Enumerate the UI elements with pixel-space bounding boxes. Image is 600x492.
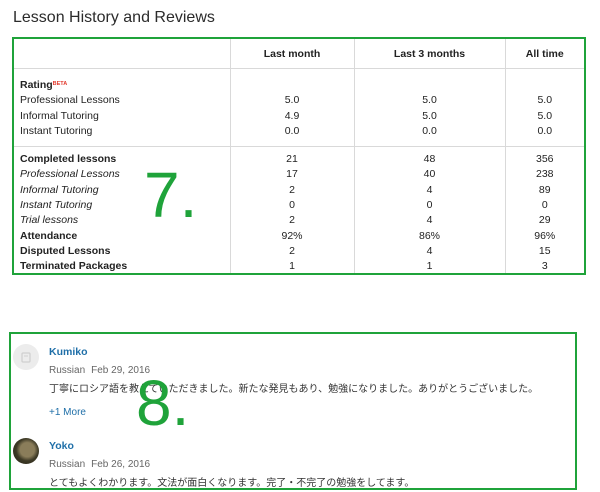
row-label: Professional Lessons <box>20 168 120 181</box>
table-row: Informal Tutoring 4.9 5.0 5.0 <box>14 108 584 124</box>
review-date: Feb 26, 2016 <box>91 459 151 470</box>
row-value: 92% <box>229 228 354 244</box>
table-row: Instant Tutoring 0 0 0 <box>14 198 584 214</box>
row-value: 0.0 <box>504 123 584 140</box>
row-label: Informal Tutoring <box>20 109 99 122</box>
table-row: Trial lessons 2 4 29 <box>14 213 584 229</box>
row-value: 2 <box>229 243 354 260</box>
row-value: 5.0 <box>504 93 584 109</box>
row-value: 21 <box>229 152 354 168</box>
default-avatar-icon <box>21 352 31 363</box>
row-value: 0 <box>504 198 584 214</box>
row-value: 3 <box>504 259 584 273</box>
table-row: Terminated Packages 1 1 3 <box>14 259 584 273</box>
table-row: Disputed Lessons 2 4 15 <box>14 243 584 260</box>
row-value: 0.0 <box>353 123 505 140</box>
page-title: Lesson History and Reviews <box>13 9 215 26</box>
lesson-stats-panel: Last month Last 3 months All time Rating… <box>12 37 586 275</box>
row-label: Informal Tutoring <box>20 183 99 196</box>
row-value: 1 <box>353 259 505 273</box>
table-row: Professional Lessons 5.0 5.0 5.0 <box>14 93 584 109</box>
review-text: 丁寧にロシア語を教えていただきました。新たな発見もあり、勉強になりました。ありが… <box>49 384 539 395</box>
row-value: 0 <box>229 198 354 214</box>
reviews-panel: Kumiko Russian Feb 29, 2016 丁寧にロシア語を教えていた… <box>9 332 577 490</box>
row-value: 2 <box>229 213 354 229</box>
row-value: 4 <box>353 182 505 199</box>
row-value: 40 <box>353 167 505 183</box>
row-value: 29 <box>504 213 584 229</box>
table-row: Completed lessons 21 48 356 <box>14 152 584 168</box>
table-row: Professional Lessons 17 40 238 <box>14 167 584 183</box>
row-value: 5.0 <box>353 93 505 109</box>
row-value: 5.0 <box>504 108 584 124</box>
table-row: Informal Tutoring 2 4 89 <box>14 182 584 199</box>
row-value: 0 <box>353 198 505 214</box>
rating-heading-row: RatingBETA <box>14 78 584 94</box>
review-language: Russian <box>49 365 86 376</box>
table-row: Attendance 92% 86% 96% <box>14 228 584 244</box>
row-value: 0.0 <box>229 123 354 140</box>
review-meta: Russian Feb 29, 2016 <box>49 365 150 376</box>
rating-label: RatingBETA <box>14 78 230 93</box>
row-value: 89 <box>504 182 584 199</box>
row-value: 4 <box>353 243 505 260</box>
row-label: Trial lessons <box>20 214 79 227</box>
table-header-row: Last month Last 3 months All time <box>14 39 584 69</box>
row-label: Instant Tutoring <box>20 124 93 137</box>
row-value: 5.0 <box>229 93 354 109</box>
row-value: 4.9 <box>229 108 354 124</box>
row-value: 86% <box>353 228 505 244</box>
row-value: 1 <box>229 259 354 273</box>
avatar <box>13 344 39 370</box>
row-value: 17 <box>229 167 354 183</box>
annotation-8: 8. <box>136 367 190 439</box>
row-value: 5.0 <box>353 108 505 124</box>
reviewer-name[interactable]: Yoko <box>49 440 74 452</box>
lesson-stats-table: Last month Last 3 months All time Rating… <box>14 39 584 273</box>
row-value: 15 <box>504 243 584 260</box>
table-row: Instant Tutoring 0.0 0.0 0.0 <box>14 123 584 140</box>
row-value: 2 <box>229 182 354 199</box>
column-header-all-time: All time <box>504 39 584 69</box>
beta-badge: BETA <box>52 81 68 87</box>
row-value: 238 <box>504 167 584 183</box>
reviewer-name[interactable]: Kumiko <box>49 346 88 358</box>
row-value: 48 <box>353 152 505 168</box>
row-value: 96% <box>504 228 584 244</box>
row-label: Professional Lessons <box>20 94 120 107</box>
column-header-empty <box>14 39 230 69</box>
review-language: Russian <box>49 459 86 470</box>
review-meta: Russian Feb 26, 2016 <box>49 459 150 470</box>
avatar <box>13 438 39 464</box>
row-label: Disputed Lessons <box>20 244 111 257</box>
row-label: Attendance <box>20 229 78 242</box>
row-label: Completed lessons <box>20 153 117 166</box>
column-header-last-3-months: Last 3 months <box>353 39 505 69</box>
review-text: とてもよくわかります。文法が面白くなります。完了・不完了の勉強をしてます。 <box>49 478 415 489</box>
annotation-7: 7. <box>144 159 198 231</box>
row-value: 4 <box>353 213 505 229</box>
row-label: Terminated Packages <box>20 260 128 273</box>
row-value: 356 <box>504 152 584 168</box>
rating-label-text: Rating <box>20 79 53 91</box>
row-label: Instant Tutoring <box>20 199 93 212</box>
more-reviews-link[interactable]: +1 More <box>49 407 86 418</box>
column-header-last-month: Last month <box>229 39 354 69</box>
